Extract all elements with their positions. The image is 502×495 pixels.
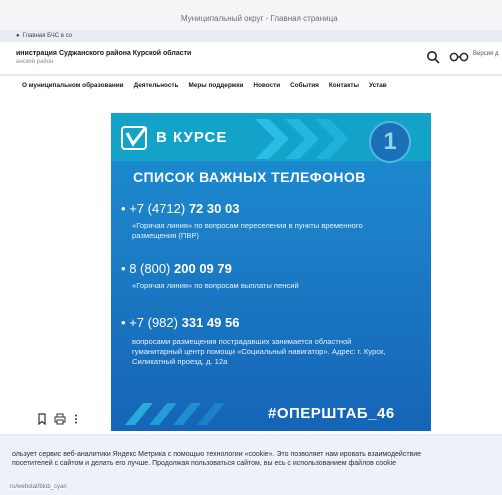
nav-item-charter[interactable]: Устав xyxy=(369,82,387,89)
phone-note: вопросами размещения пострадавших занима… xyxy=(132,337,386,366)
page-label: ● Главная БЧС в со xyxy=(0,30,184,42)
phone-prefix: 8 (800) xyxy=(129,261,171,276)
cookie-text: ользует сервис веб-аналитики Яндекс Метр… xyxy=(12,451,422,467)
phone-entry-2[interactable]: • 8 (800) 200 09 79 xyxy=(121,261,232,276)
print-icon[interactable] xyxy=(54,413,66,425)
bullet-icon: • xyxy=(121,315,126,330)
nav-item-activity[interactable]: Деятельность xyxy=(134,82,179,89)
version-label[interactable]: Версия д xyxy=(473,51,498,57)
browser-bar: Муниципальный округ - Главная страница xyxy=(0,0,502,30)
phone-prefix: +7 (982) xyxy=(129,315,178,330)
more-icon[interactable] xyxy=(72,413,80,425)
bullet-icon: • xyxy=(121,261,126,276)
checkmark-logo-icon xyxy=(121,126,148,150)
page-label-text: Главная БЧС в со xyxy=(22,33,73,39)
phone-entry-1[interactable]: • +7 (4712) 72 30 03 xyxy=(121,201,239,216)
phone-list-poster: В КУРСЕ 1 СПИСОК ВАЖНЫХ ТЕЛЕФОНОВ • +7 (… xyxy=(111,113,431,431)
post-toolbar xyxy=(36,413,80,425)
stripes-decoration xyxy=(125,403,225,425)
phone-prefix: +7 (4712) xyxy=(129,201,186,216)
site-title[interactable]: инистрация Суджанского района Курской об… xyxy=(16,50,191,57)
nav-item-about[interactable]: О муниципальном образовании xyxy=(22,82,124,89)
pin-icon: ● xyxy=(16,33,20,39)
bookmark-icon[interactable] xyxy=(36,413,48,425)
site-header: инистрация Суджанского района Курской об… xyxy=(0,42,502,75)
poster-hashtag: #ОПЕРШТАБ_46 xyxy=(268,405,395,422)
glasses-icon[interactable] xyxy=(449,50,469,64)
poster-title: СПИСОК ВАЖНЫХ ТЕЛЕФОНОВ xyxy=(133,169,366,185)
phone-entry-3[interactable]: • +7 (982) 331 49 56 xyxy=(121,315,239,330)
main-nav: О муниципальном образовании Деятельность… xyxy=(0,76,502,94)
search-icon[interactable] xyxy=(426,50,440,64)
phone-note: «Горячая линия» по вопросам переселения … xyxy=(132,221,363,240)
nav-item-contacts[interactable]: Контакты xyxy=(329,82,359,89)
nav-item-news[interactable]: Новости xyxy=(253,82,280,89)
tab-title[interactable]: Муниципальный округ - Главная страница xyxy=(181,14,338,23)
site-subtitle: анский район xyxy=(16,59,54,65)
phone-note: «Горячая линия» по вопросам выплаты пенс… xyxy=(132,281,299,290)
poster-number-badge: 1 xyxy=(369,121,411,163)
phone-number: 331 49 56 xyxy=(181,315,240,330)
phone-number: 200 09 79 xyxy=(174,261,232,276)
phone-number: 72 30 03 xyxy=(188,201,240,216)
poster-brand: В КУРСЕ xyxy=(156,129,228,146)
status-url: ru/webstat/blob_cyan xyxy=(10,484,67,490)
bullet-icon: • xyxy=(121,201,126,216)
cookie-banner: ользует сервис веб-аналитики Яндекс Метр… xyxy=(0,436,502,495)
nav-item-events[interactable]: События xyxy=(290,82,319,89)
nav-item-support[interactable]: Меры поддержки xyxy=(189,82,244,89)
chevrons-decoration xyxy=(255,119,349,159)
